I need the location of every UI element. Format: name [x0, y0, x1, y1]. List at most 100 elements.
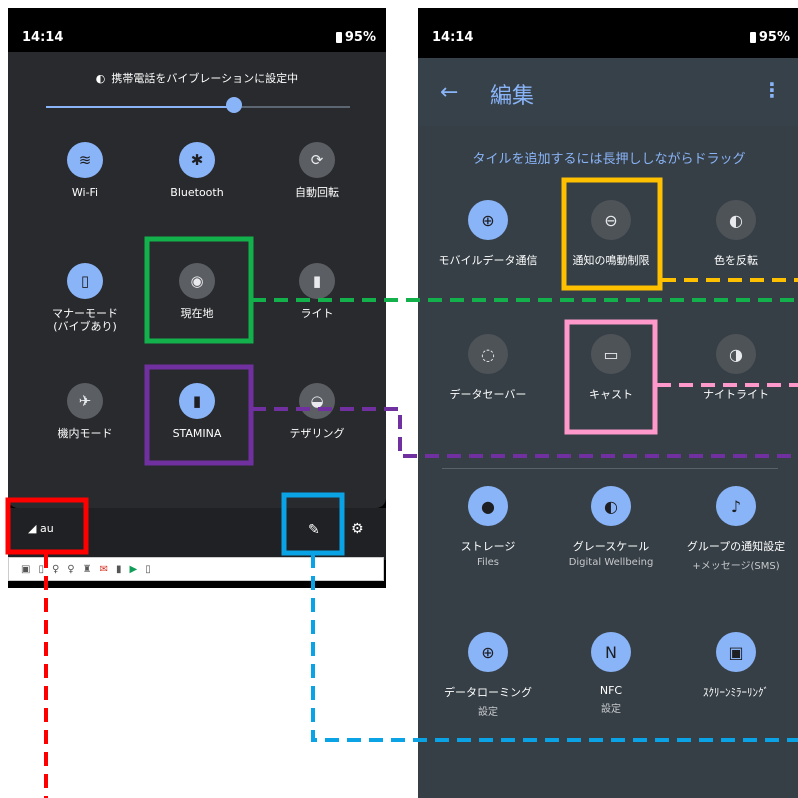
tile-label: モバイルデータ通信 [438, 254, 538, 267]
cast-icon: ▭ [591, 334, 631, 374]
battery-app-icon: ▮ [115, 563, 122, 575]
tile-data-saver[interactable]: ◌ データセーバー [426, 334, 550, 402]
tile-vibrate[interactable]: ▯ マナーモード (バイブあり) [30, 263, 140, 333]
tile-cast[interactable]: ▭ キャスト [549, 334, 673, 402]
tile-label: グループの通知設定 [686, 540, 786, 553]
battery-indicator: 95% [749, 30, 790, 45]
battery-icon [749, 32, 756, 43]
tile-sublabel: +メッセージ(SMS) [692, 561, 780, 572]
group-notify-icon: ♪ [716, 486, 756, 526]
drag-hint: タイルを追加するには長押ししながらドラッグ [472, 152, 746, 167]
tile-label: データセーバー [449, 388, 527, 401]
nfc-icon: N [591, 632, 631, 672]
tile-night-light[interactable]: ◑ ナイトライト [674, 334, 798, 402]
tile-screen-mirroring[interactable]: ▣ ｽｸﾘｰﾝﾐﾗｰﾘﾝｸﾞ [674, 632, 798, 700]
tile-label: 自動回転 [295, 186, 339, 199]
tile-label: NFC [599, 684, 623, 697]
location-pin-icon: ◉ [179, 263, 215, 299]
flashlight-small-icon: ▯ [145, 563, 151, 575]
wifi-question-icon: ≋ [67, 142, 103, 178]
tile-invert-colors[interactable]: ◐ 色を反転 [674, 200, 798, 268]
vibration-notice: ◐ 携帯電話をバイブレーションに設定中 [8, 70, 386, 86]
edit-pencil-icon[interactable]: ✎ [308, 522, 320, 538]
tile-group-notify[interactable]: ♪ グループの通知設定 +メッセージ(SMS) [674, 486, 798, 572]
overflow-menu-icon[interactable]: ⋮ [762, 78, 782, 102]
back-arrow-icon[interactable]: ← [440, 80, 458, 105]
bulb-icon: ♀ [51, 563, 60, 575]
airplane-icon: ✈ [67, 383, 103, 419]
battery-indicator: 95% [335, 30, 376, 45]
brightness-slider[interactable] [46, 97, 350, 114]
data-roaming-icon: ⊕ [468, 632, 508, 672]
network-status[interactable]: ◢ au [28, 522, 54, 535]
tile-sublabel: 設定 [478, 707, 498, 718]
image-icon: ▣ [21, 563, 31, 575]
tile-label: ライト [300, 307, 334, 320]
tile-flashlight[interactable]: ▮ ライト [262, 263, 372, 320]
page-title: 編集 [490, 84, 535, 109]
tile-nfc[interactable]: N NFC 設定 [549, 632, 673, 715]
globe-icon: ⊕ [468, 200, 508, 240]
tile-data-roaming[interactable]: ⊕ データローミング 設定 [426, 632, 550, 718]
grayscale-icon: ◐ [591, 486, 631, 526]
tile-label: マナーモード (バイブあり) [52, 307, 118, 333]
sim-icon: ▯ [38, 563, 44, 575]
brightness-thumb[interactable] [226, 97, 243, 113]
vibrate-small-icon: ◐ [95, 72, 106, 85]
tile-wifi-question[interactable]: ≋ Wi-Fi [30, 142, 140, 199]
quick-settings-footer [8, 508, 386, 560]
play-store-icon: ▶ [129, 563, 138, 575]
tile-label: 機内モード [57, 427, 113, 440]
tile-grayscale[interactable]: ◐ グレースケール Digital Wellbeing [549, 486, 673, 568]
tile-hotspot[interactable]: ◒ テザリング [262, 383, 372, 440]
settings-gear-icon[interactable]: ⚙ [351, 521, 364, 537]
edit-tiles-screen: 14:14 95% ← 編集 ⋮ タイルを追加するには長押ししながらドラッグ ⊕… [418, 8, 798, 798]
figure-icon: ♜ [82, 563, 92, 575]
tile-label: ストレージ [460, 540, 516, 553]
tile-storage[interactable]: ● ストレージ Files [426, 486, 550, 568]
auto-rotate-icon: ⟳ [299, 142, 335, 178]
tile-battery-stamina[interactable]: ▮ STAMINA [142, 383, 252, 440]
status-time: 14:14 [22, 30, 64, 45]
tile-globe[interactable]: ⊕ モバイルデータ通信 [426, 200, 550, 268]
tile-bluetooth[interactable]: ✱ Bluetooth [142, 142, 252, 199]
tile-label: ナイトライト [703, 388, 769, 401]
tile-label: 現在地 [180, 307, 214, 320]
signal-icon: ◢ [28, 522, 37, 535]
section-divider [442, 468, 778, 469]
tile-label: 通知の鳴動制限 [572, 254, 650, 267]
data-saver-icon: ◌ [468, 334, 508, 374]
tile-location-pin[interactable]: ◉ 現在地 [142, 263, 252, 320]
gmail-icon: ✉ [99, 563, 108, 575]
vibration-text: 携帯電話をバイブレーションに設定中 [111, 72, 299, 85]
tile-sublabel: Files [477, 557, 499, 568]
tile-airplane[interactable]: ✈ 機内モード [30, 383, 140, 440]
status-bar: 14:14 95% [418, 8, 798, 58]
tile-label: データローミング [444, 686, 532, 699]
hotspot-icon: ◒ [299, 383, 335, 419]
tile-label: キャスト [589, 388, 633, 401]
tile-sublabel: Digital Wellbeing [568, 557, 654, 568]
screen-mirroring-icon: ▣ [716, 632, 756, 672]
quick-settings-panel: 14:14 95% ◐ 携帯電話をバイブレーションに設定中 ◢ au ✎ ⚙ ≋ W… [8, 8, 386, 588]
tile-auto-rotate[interactable]: ⟳ 自動回転 [262, 142, 372, 199]
night-light-icon: ◑ [716, 334, 756, 374]
tile-label: ｽｸﾘｰﾝﾐﾗｰﾘﾝｸﾞ [703, 686, 769, 699]
tile-label: STAMINA [172, 427, 222, 440]
bulb-icon: ♀ [67, 563, 75, 575]
tile-label: テザリング [289, 427, 345, 440]
tile-label: グレースケール [572, 540, 650, 553]
bluetooth-icon: ✱ [179, 142, 215, 178]
tile-label: 色を反転 [714, 254, 758, 267]
tile-label: Bluetooth [170, 186, 224, 199]
do-not-disturb-icon: ⊖ [591, 200, 631, 240]
app-bar: ← 編集 ⋮ [418, 58, 798, 126]
status-bar: 14:14 95% [8, 8, 386, 58]
tile-label: Wi-Fi [71, 186, 99, 199]
vibrate-icon: ▯ [67, 263, 103, 299]
flashlight-icon: ▮ [299, 263, 335, 299]
tile-do-not-disturb[interactable]: ⊖ 通知の鳴動制限 [549, 200, 673, 268]
battery-level: 95% [344, 30, 376, 45]
tile-sublabel: 設定 [601, 704, 621, 715]
invert-colors-icon: ◐ [716, 200, 756, 240]
